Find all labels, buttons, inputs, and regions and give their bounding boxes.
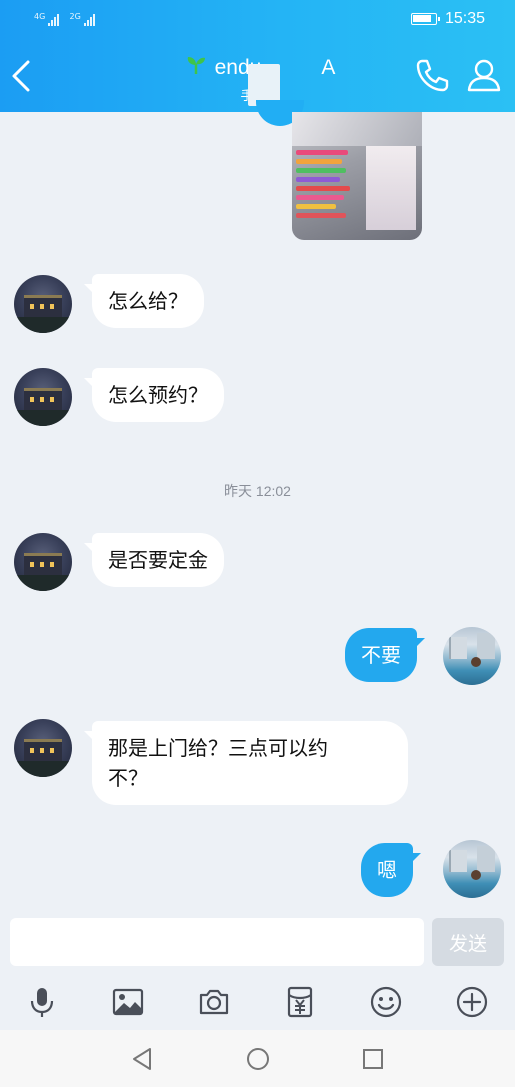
message-text: 怎么给？	[108, 289, 188, 313]
red-packet-button[interactable]	[282, 984, 318, 1020]
message-text: 是否要定金	[108, 548, 208, 572]
sprout-icon	[185, 54, 207, 81]
network-label-1: 4G	[34, 12, 46, 21]
network-indicator-1: 4G	[34, 12, 60, 29]
network-indicator-2: 2G	[69, 12, 95, 29]
send-button[interactable]: 发送	[432, 918, 504, 966]
back-triangle-icon	[133, 1048, 151, 1070]
contact-avatar[interactable]	[14, 719, 72, 777]
voice-call-button[interactable]	[414, 57, 450, 93]
image-message[interactable]	[292, 112, 422, 240]
incoming-message[interactable]: 是否要定金	[84, 533, 224, 587]
image-content-side	[366, 146, 416, 230]
image-thumbnail	[292, 112, 422, 146]
recents-square-icon	[363, 1049, 383, 1069]
message-text-line-1: 那是上门给？三点可以约	[108, 736, 328, 760]
contact-avatar[interactable]	[14, 275, 72, 333]
microphone-icon	[30, 988, 54, 1017]
profile-button[interactable]	[466, 57, 502, 93]
status-time: 15:35	[444, 10, 485, 27]
message-text: 嗯	[377, 858, 397, 882]
incoming-message[interactable]: 怎么预约？	[84, 368, 224, 422]
signal-icon	[83, 12, 95, 26]
camera-button[interactable]	[196, 984, 232, 1020]
message-text: 怎么预约？	[108, 383, 208, 407]
red-packet-icon	[287, 986, 313, 1018]
emoji-button[interactable]	[368, 984, 404, 1020]
my-avatar[interactable]	[443, 840, 501, 898]
home-circle-icon	[247, 1048, 269, 1070]
phone-icon	[416, 59, 449, 92]
signal-icon	[48, 12, 60, 26]
message-input[interactable]	[10, 918, 424, 966]
contact-avatar[interactable]	[14, 533, 72, 591]
outgoing-message[interactable]: 嗯	[361, 843, 421, 897]
my-avatar[interactable]	[443, 627, 501, 685]
input-toolbar	[0, 972, 515, 1030]
more-actions-button[interactable]	[454, 984, 490, 1020]
photo-album-button[interactable]	[110, 984, 146, 1020]
status-bar-left: 4G 2G	[34, 12, 95, 29]
status-bar-right: 15:35	[410, 10, 485, 28]
battery-icon	[410, 13, 440, 25]
voice-input-button[interactable]	[24, 984, 60, 1020]
back-button[interactable]	[8, 56, 36, 96]
message-text-line-2: 不？	[108, 766, 148, 790]
nav-recents-button[interactable]	[360, 1046, 386, 1072]
contact-avatar[interactable]	[14, 368, 72, 426]
header-bar: 4G 2G 15:35 endu A	[0, 0, 515, 112]
composer: 发送	[0, 916, 515, 972]
plus-icon	[456, 986, 488, 1018]
message-text: 不要	[361, 643, 401, 667]
chat-title-area[interactable]: endu A 手机在	[170, 54, 350, 106]
image-content	[296, 146, 358, 232]
network-label-2: 2G	[69, 12, 81, 21]
person-icon	[467, 59, 501, 92]
contact-name-suffix: A	[321, 55, 336, 79]
system-navigation-bar	[0, 1030, 515, 1087]
camera-icon	[199, 989, 229, 1015]
nav-back-button[interactable]	[130, 1046, 156, 1072]
nav-home-button[interactable]	[245, 1046, 271, 1072]
back-chevron-icon	[12, 60, 30, 92]
message-timestamp: 昨天 12:02	[224, 483, 291, 499]
image-icon	[112, 988, 144, 1016]
incoming-message[interactable]: 怎么给？	[84, 274, 204, 328]
incoming-message[interactable]: 那是上门给？三点可以约 不？	[84, 721, 408, 805]
emoji-icon	[370, 986, 402, 1018]
message-list[interactable]: 怎么给？ 怎么预约？ 昨天 12:02 是否要定金 不要 那是上门给？三点可以约…	[0, 112, 515, 916]
outgoing-message[interactable]: 不要	[345, 628, 425, 682]
